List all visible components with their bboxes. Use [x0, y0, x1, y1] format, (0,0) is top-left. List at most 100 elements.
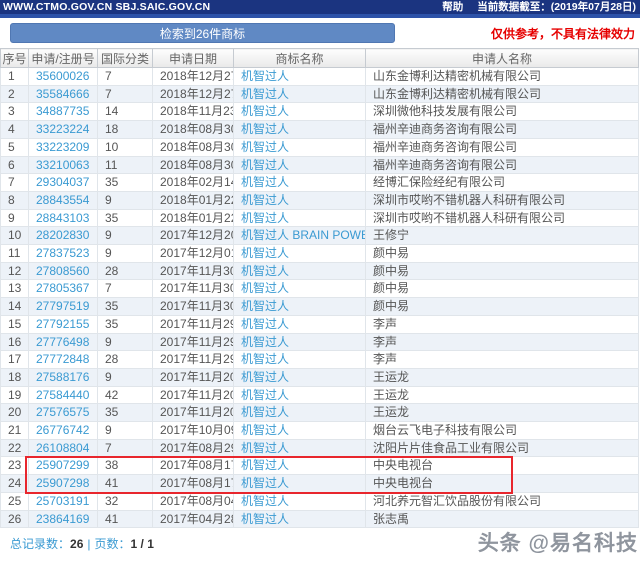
reg-no-link[interactable]: 27584440: [36, 388, 89, 402]
mark-name-link[interactable]: 机智过人: [241, 388, 289, 402]
mark-name-link[interactable]: 机智过人: [241, 352, 289, 366]
reg-no-link[interactable]: 26776742: [36, 423, 89, 437]
mark-name-link[interactable]: 机智过人: [241, 175, 289, 189]
intl-class: 35: [98, 298, 153, 316]
cell: 27576575: [29, 404, 98, 422]
reg-no-link[interactable]: 25907298: [36, 476, 89, 490]
mark-name-link[interactable]: 机智过人: [241, 104, 289, 118]
applicant-name: 深圳市哎哟不错机器人科研有限公司: [366, 209, 639, 227]
table-row: 2425907298412017年08月17日机智过人中央电视台: [1, 475, 639, 493]
apply-date: 2017年08月17日: [153, 475, 234, 493]
row-number: 26: [1, 510, 29, 528]
mark-name-link[interactable]: 机智过人: [241, 441, 289, 455]
site-domains: WWW.CTMO.GOV.CN SBJ.SAIC.GOV.CN: [0, 0, 210, 14]
row-number: 22: [1, 439, 29, 457]
applicant-name: 颜中易: [366, 298, 639, 316]
reg-no-link[interactable]: 27792155: [36, 317, 89, 331]
reg-no-link[interactable]: 27797519: [36, 299, 89, 313]
mark-name-link[interactable]: 机智过人 BRAIN POWER: [241, 228, 366, 242]
mark-name-link[interactable]: 机智过人: [241, 87, 289, 101]
cell: 机智过人: [234, 262, 366, 280]
table-row: 23558466672018年12月27日机智过人山东金博利达精密机械有限公司: [1, 85, 639, 103]
reg-no-link[interactable]: 25703191: [36, 494, 89, 508]
intl-class: 42: [98, 386, 153, 404]
table-row: 1527792155352017年11月29日机智过人李声: [1, 315, 639, 333]
applicant-name: 张志禹: [366, 510, 639, 528]
applicant-name: 颜中易: [366, 262, 639, 280]
mark-name-link[interactable]: 机智过人: [241, 494, 289, 508]
cell: 机智过人: [234, 315, 366, 333]
applicant-name: 王运龙: [366, 368, 639, 386]
reg-no-link[interactable]: 23864169: [36, 512, 89, 526]
mark-name-link[interactable]: 机智过人: [241, 405, 289, 419]
mark-name-link[interactable]: 机智过人: [241, 122, 289, 136]
col-header-mark: 商标名称: [234, 49, 366, 68]
intl-class: 11: [98, 156, 153, 174]
intl-class: 7: [98, 68, 153, 86]
cell: 机智过人: [234, 103, 366, 121]
cell: 机智过人: [234, 68, 366, 86]
mark-name-link[interactable]: 机智过人: [241, 193, 289, 207]
reg-no-link[interactable]: 28843103: [36, 211, 89, 225]
row-number: 20: [1, 404, 29, 422]
mark-name-link[interactable]: 机智过人: [241, 299, 289, 313]
reg-no-link[interactable]: 26108804: [36, 441, 89, 455]
reg-no-link[interactable]: 27805367: [36, 281, 89, 295]
mark-name-link[interactable]: 机智过人: [241, 370, 289, 384]
col-header-reg-no: 申请/注册号: [29, 49, 98, 68]
row-number: 16: [1, 333, 29, 351]
reg-no-link[interactable]: 33223224: [36, 122, 89, 136]
mark-name-link[interactable]: 机智过人: [241, 211, 289, 225]
reg-no-link[interactable]: 27808560: [36, 264, 89, 278]
reg-no-link[interactable]: 28202830: [36, 228, 89, 242]
reg-no-link[interactable]: 33210063: [36, 158, 89, 172]
reg-no-link[interactable]: 35600026: [36, 69, 89, 83]
reg-no-link[interactable]: 34887735: [36, 104, 89, 118]
apply-date: 2017年04月28日: [153, 510, 234, 528]
applicant-name: 颜中易: [366, 245, 639, 263]
row-number: 3: [1, 103, 29, 121]
mark-name-link[interactable]: 机智过人: [241, 69, 289, 83]
row-number: 19: [1, 386, 29, 404]
reg-no-link[interactable]: 27772848: [36, 352, 89, 366]
mark-name-link[interactable]: 机智过人: [241, 423, 289, 437]
reg-no-link[interactable]: 27776498: [36, 335, 89, 349]
cell: 机智过人: [234, 475, 366, 493]
applicant-name: 李声: [366, 315, 639, 333]
applicant-name: 李声: [366, 351, 639, 369]
mark-name-link[interactable]: 机智过人: [241, 512, 289, 526]
table-row: 533223209102018年08月30日机智过人福州辛迪商务咨询有限公司: [1, 138, 639, 156]
reg-no-link[interactable]: 28843554: [36, 193, 89, 207]
mark-name-link[interactable]: 机智过人: [241, 317, 289, 331]
reg-no-link[interactable]: 27837523: [36, 246, 89, 260]
table-row: 1727772848282017年11月29日机智过人李声: [1, 351, 639, 369]
mark-name-link[interactable]: 机智过人: [241, 476, 289, 490]
mark-name-link[interactable]: 机智过人: [241, 281, 289, 295]
result-count-button[interactable]: 检索到26件商标: [10, 23, 395, 43]
applicant-name: 深圳微他科技发展有限公司: [366, 103, 639, 121]
intl-class: 9: [98, 245, 153, 263]
row-number: 6: [1, 156, 29, 174]
applicant-name: 王修宁: [366, 227, 639, 245]
apply-date: 2017年08月29日: [153, 439, 234, 457]
mark-name-link[interactable]: 机智过人: [241, 140, 289, 154]
help-link[interactable]: 帮助: [442, 0, 463, 14]
applicant-name: 颜中易: [366, 280, 639, 298]
cell: 27584440: [29, 386, 98, 404]
reg-no-link[interactable]: 33223209: [36, 140, 89, 154]
cell: 33223209: [29, 138, 98, 156]
intl-class: 18: [98, 121, 153, 139]
reg-no-link[interactable]: 27588176: [36, 370, 89, 384]
mark-name-link[interactable]: 机智过人: [241, 458, 289, 472]
reg-no-link[interactable]: 29304037: [36, 175, 89, 189]
reg-no-link[interactable]: 27576575: [36, 405, 89, 419]
mark-name-link[interactable]: 机智过人: [241, 335, 289, 349]
reg-no-link[interactable]: 35584666: [36, 87, 89, 101]
intl-class: 14: [98, 103, 153, 121]
cell: 机智过人: [234, 386, 366, 404]
applicant-name: 山东金博利达精密机械有限公司: [366, 68, 639, 86]
mark-name-link[interactable]: 机智过人: [241, 246, 289, 260]
reg-no-link[interactable]: 25907299: [36, 458, 89, 472]
mark-name-link[interactable]: 机智过人: [241, 158, 289, 172]
mark-name-link[interactable]: 机智过人: [241, 264, 289, 278]
